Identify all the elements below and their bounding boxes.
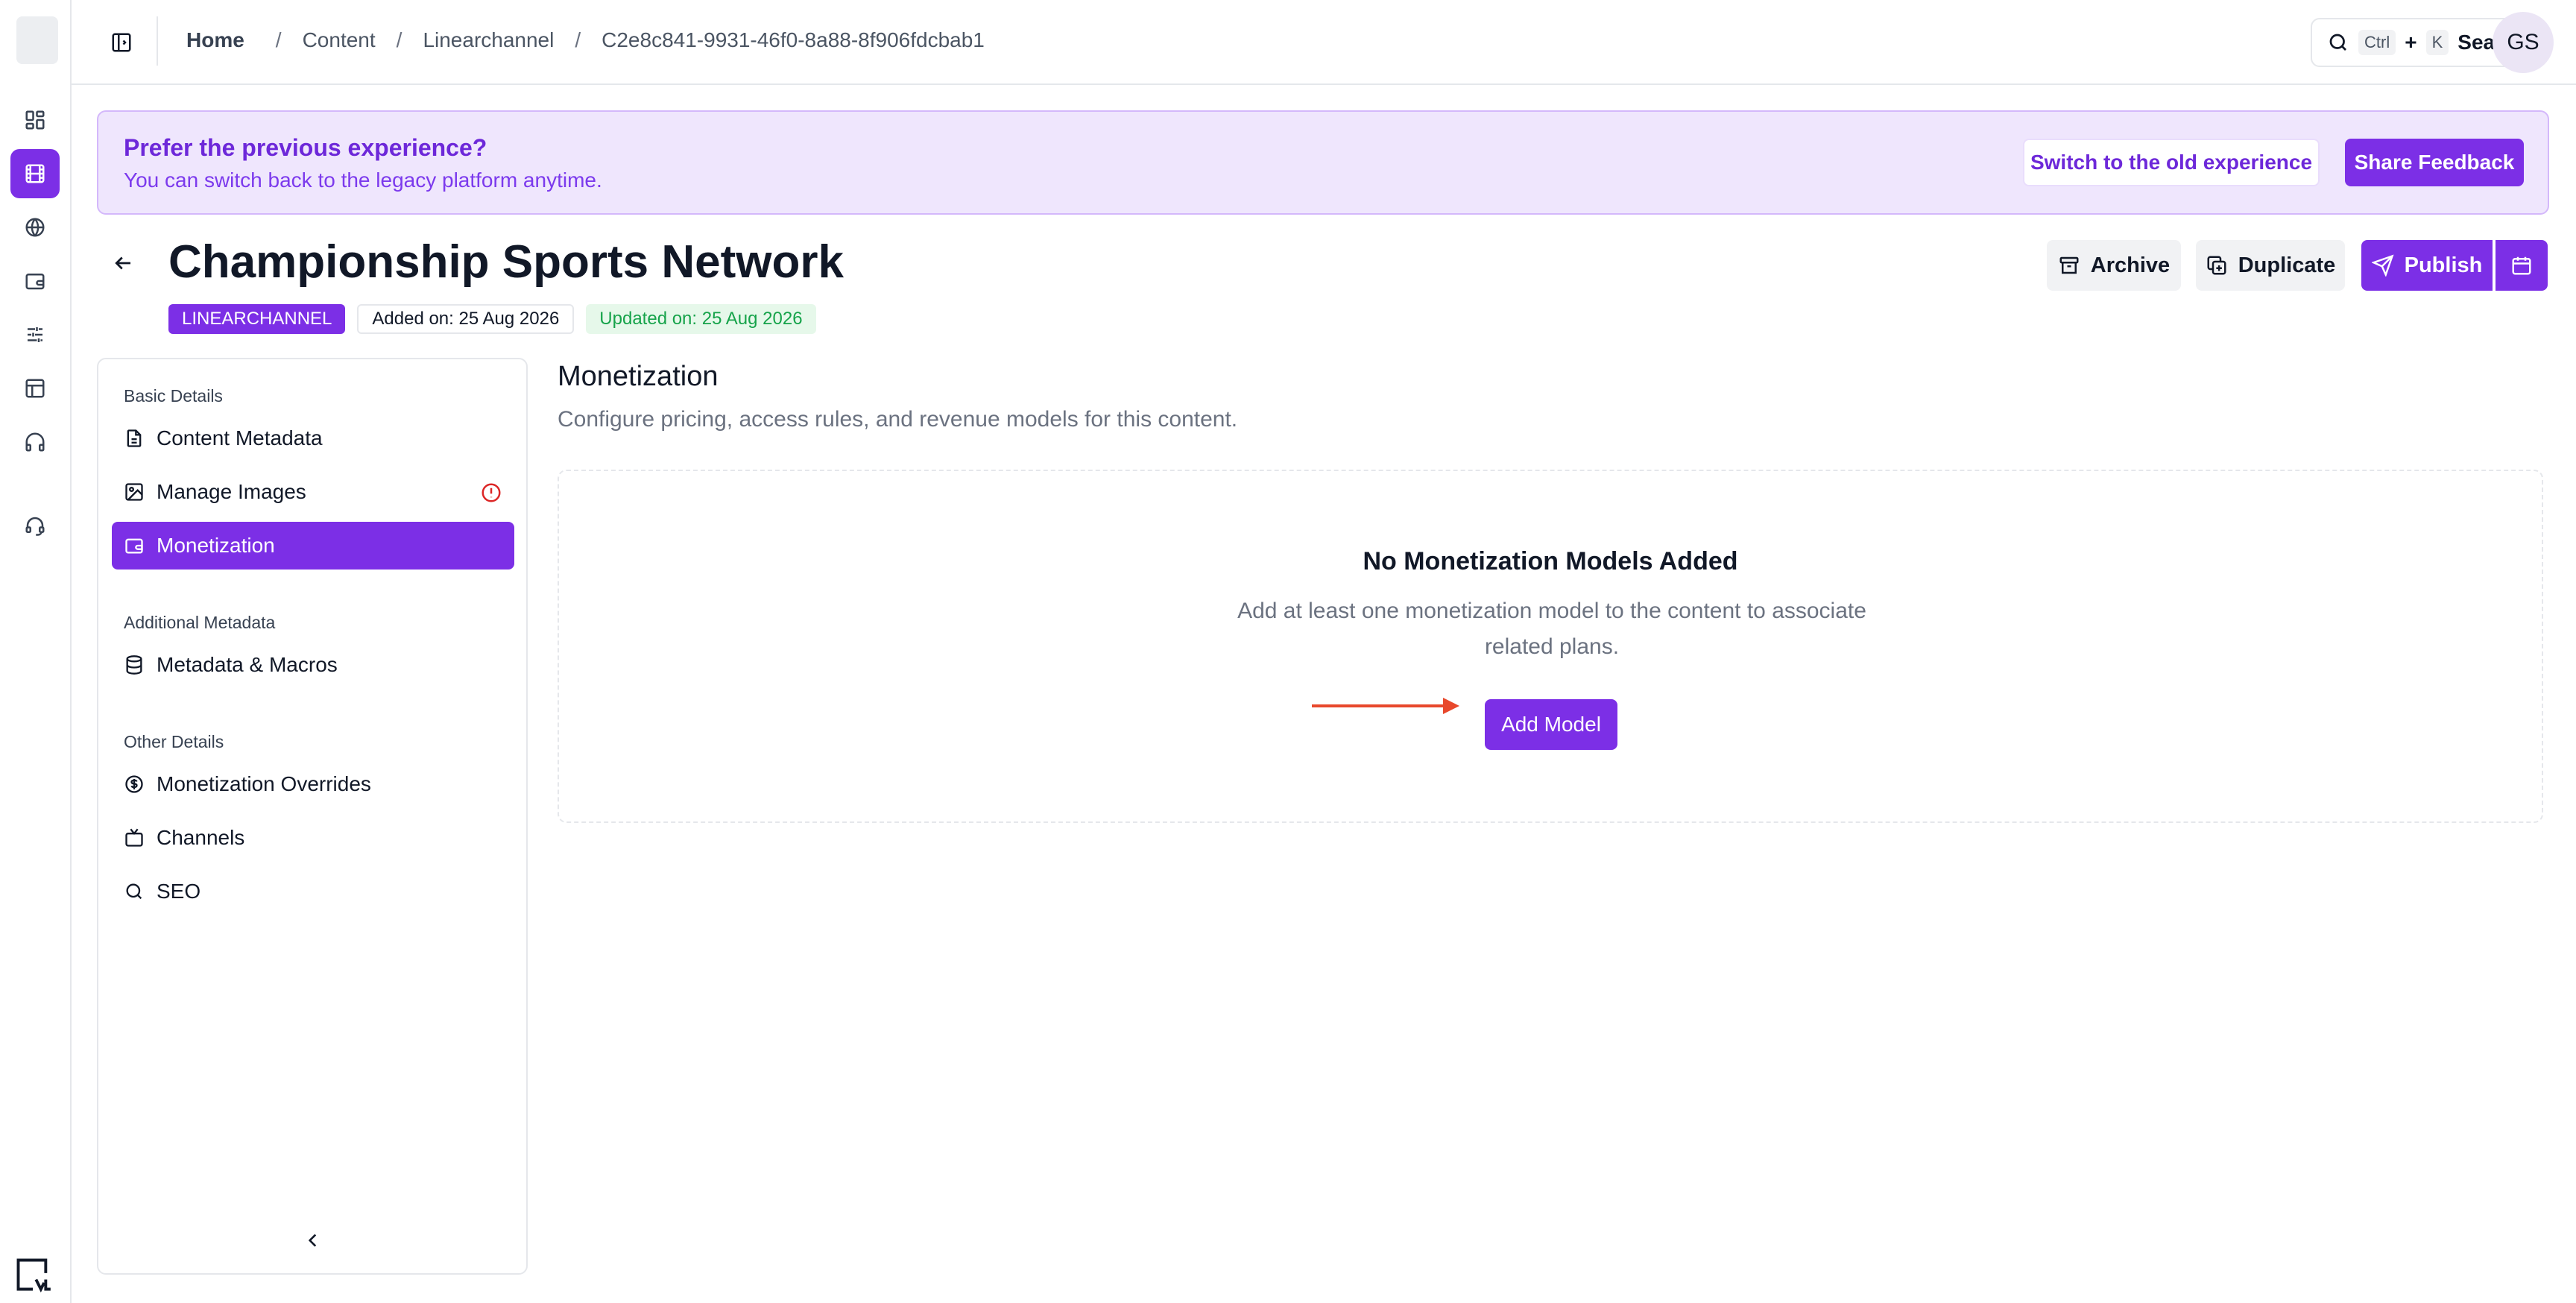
archive-button[interactable]: Archive: [2047, 240, 2181, 291]
sidebar-toggle-icon[interactable]: [104, 25, 139, 60]
nav-item-label: SEO: [157, 880, 201, 903]
back-arrow-icon[interactable]: [106, 246, 140, 280]
headphones-icon[interactable]: [10, 417, 60, 467]
nav-heading-additional: Additional Metadata: [124, 613, 276, 632]
tv-icon: [124, 827, 145, 848]
wallet-icon[interactable]: [10, 256, 60, 306]
nav-item-label: Metadata & Macros: [157, 653, 338, 676]
duplicate-button[interactable]: Duplicate: [2196, 240, 2345, 291]
nav-item-label: Content Metadata: [157, 426, 323, 449]
added-date-badge: Added on: 25 Aug 2026: [357, 304, 575, 334]
nav-item-monetization[interactable]: Monetization: [112, 522, 514, 570]
empty-state-description: Add at least one monetization model to t…: [1237, 599, 1866, 659]
wallet-icon: [124, 535, 145, 556]
shortcut-plus: +: [2405, 31, 2417, 54]
dollar-circle-icon: [124, 774, 145, 795]
document-icon: [124, 428, 145, 449]
nav-item-channels[interactable]: Channels: [112, 814, 514, 862]
top-bar: Home / Content / Linearchannel / C2e8c84…: [72, 0, 2576, 85]
topbar-divider: [157, 16, 158, 66]
breadcrumb-separator: /: [275, 28, 282, 51]
alert-circle-icon: [480, 482, 502, 504]
add-model-button[interactable]: Add Model: [1485, 699, 1617, 750]
archive-icon: [2058, 254, 2080, 277]
nav-heading-basic: Basic Details: [124, 386, 223, 406]
nav-item-label: Monetization Overrides: [157, 772, 371, 795]
brand-mark-icon: [12, 1254, 54, 1296]
shortcut-k: K: [2425, 30, 2449, 55]
banner-title: Prefer the previous experience?: [124, 134, 487, 161]
updated-date-badge: Updated on: 25 Aug 2026: [586, 304, 816, 334]
publish-label: Publish: [2404, 253, 2483, 277]
send-icon: [2371, 254, 2394, 277]
empty-state-title: No Monetization Models Added: [1363, 547, 1738, 575]
section-description: Configure pricing, access rules, and rev…: [558, 407, 1238, 432]
content-sections-nav: Basic Details Content Metadata Manage Im…: [97, 358, 528, 1275]
image-icon: [124, 482, 145, 502]
breadcrumb-separator: /: [396, 28, 402, 51]
nav-item-label: Manage Images: [157, 480, 306, 503]
globe-icon[interactable]: [10, 203, 60, 252]
publish-button[interactable]: Publish: [2361, 240, 2493, 291]
nav-item-metadata-macros[interactable]: Metadata & Macros: [112, 641, 514, 689]
breadcrumb-current-id: C2e8c841-9931-46f0-8a88-8f906fdcbab1: [602, 28, 985, 51]
duplicate-icon: [2206, 254, 2228, 277]
duplicate-label: Duplicate: [2238, 253, 2336, 277]
breadcrumb-home[interactable]: Home: [186, 28, 244, 52]
nav-item-content-metadata[interactable]: Content Metadata: [112, 414, 514, 462]
chevron-left-icon[interactable]: [298, 1225, 328, 1255]
user-avatar[interactable]: GS: [2493, 12, 2554, 73]
shortcut-ctrl: Ctrl: [2358, 30, 2396, 55]
breadcrumb-linearchannel[interactable]: Linearchannel: [423, 28, 554, 52]
breadcrumb-content[interactable]: Content: [303, 28, 376, 52]
film-icon[interactable]: [10, 149, 60, 198]
nav-item-label: Channels: [157, 826, 245, 849]
monetization-empty-state: No Monetization Models Added Add at leas…: [558, 470, 2543, 823]
app-logo[interactable]: [16, 16, 58, 64]
search-icon: [124, 881, 145, 902]
switch-old-experience-button[interactable]: Switch to the old experience: [2023, 139, 2320, 186]
breadcrumb: Home / Content / Linearchannel / C2e8c84…: [186, 28, 985, 52]
nav-item-monetization-overrides[interactable]: Monetization Overrides: [112, 760, 514, 808]
nav-item-label: Monetization: [157, 534, 275, 557]
section-title: Monetization: [558, 361, 719, 392]
banner-subtitle: You can switch back to the legacy platfo…: [124, 168, 602, 192]
schedule-publish-button[interactable]: [2496, 240, 2548, 291]
layout-icon[interactable]: [10, 364, 60, 413]
nav-item-manage-images[interactable]: Manage Images: [112, 468, 514, 516]
content-badges: LINEARCHANNEL Added on: 25 Aug 2026 Upda…: [168, 304, 816, 334]
calendar-icon: [2510, 254, 2533, 277]
nav-heading-other: Other Details: [124, 732, 224, 751]
breadcrumb-separator: /: [575, 28, 581, 51]
archive-label: Archive: [2090, 253, 2171, 277]
sliders-icon[interactable]: [10, 310, 60, 359]
page-title: Championship Sports Network: [168, 236, 844, 288]
app-rail: [0, 0, 72, 1303]
nav-item-seo[interactable]: SEO: [112, 868, 514, 915]
database-icon: [124, 654, 145, 675]
dashboard-icon[interactable]: [10, 95, 60, 145]
legacy-experience-banner: Prefer the previous experience? You can …: [97, 110, 2549, 215]
content-type-badge: LINEARCHANNEL: [168, 304, 346, 334]
support-icon[interactable]: [10, 501, 60, 550]
search-icon: [2327, 31, 2349, 54]
annotation-arrow-icon: [1312, 698, 1459, 714]
share-feedback-button[interactable]: Share Feedback: [2345, 139, 2524, 186]
